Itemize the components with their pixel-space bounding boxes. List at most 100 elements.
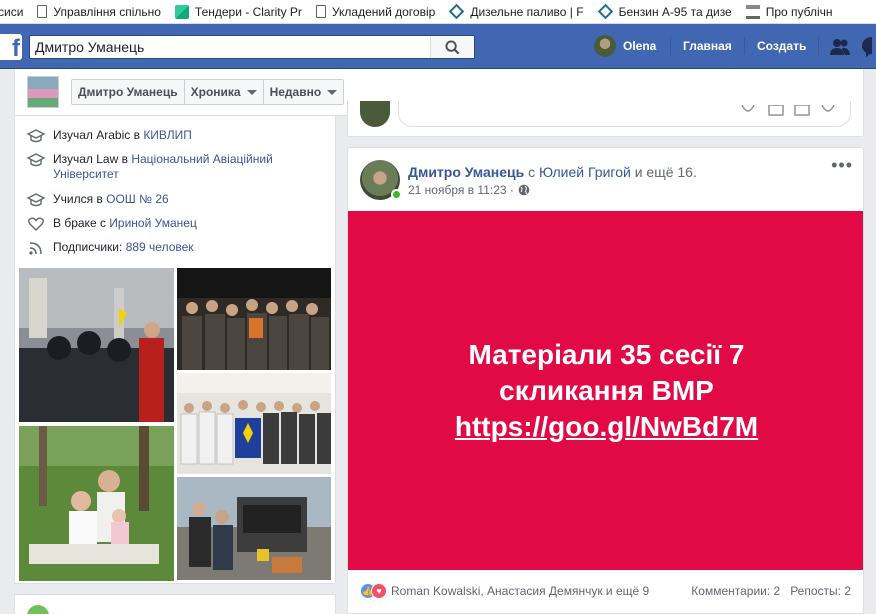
bookmark-label: Про публічн — [765, 4, 833, 19]
globe-icon[interactable] — [518, 184, 530, 196]
photo-thumbnail[interactable] — [19, 426, 174, 581]
divider — [744, 37, 745, 55]
comments-count[interactable]: Комментарии: 2 — [691, 584, 780, 598]
intro-text: Изучал Law в — [53, 152, 132, 166]
with-text: с — [524, 164, 539, 180]
heart-icon — [27, 216, 45, 232]
timeline-post: Дмитро Уманець с Юлией Григой и ещё 16. … — [347, 147, 864, 614]
bookmark-item[interactable]: Про публічн — [745, 4, 833, 19]
divider — [670, 37, 671, 55]
search-input[interactable] — [30, 36, 430, 58]
intro-education-law: Изучал Law в Національний Авіаційний Уні… — [27, 152, 297, 182]
intro-text: В браке с — [53, 216, 110, 230]
intro-text: Учился в — [53, 192, 107, 206]
tab-label: Дмитро Уманець — [78, 85, 178, 99]
bookmark-item[interactable]: Управління спільно — [37, 5, 161, 19]
bookmark-label: сиси — [0, 4, 24, 19]
school-link[interactable]: ООШ № 26 — [106, 192, 169, 206]
bank-icon — [745, 4, 760, 19]
banner-line: Матеріали 35 сесії 7 — [468, 338, 745, 370]
photo-thumbnail[interactable] — [19, 268, 174, 422]
bookmark-label: Укладений договір — [331, 4, 436, 19]
diamond-icon — [449, 3, 465, 20]
graduation-cap-icon — [27, 192, 45, 208]
reactors-text[interactable]: Roman Kowalski, Анастасия Демянчук и ещё… — [391, 584, 649, 598]
bookmark-label: Управління спільно — [53, 4, 161, 19]
photo-thumbnail[interactable] — [177, 268, 331, 370]
facebook-top-bar: f Olena Главная Создать — [0, 24, 876, 69]
photo-icon[interactable] — [768, 105, 784, 117]
profile-thumbnail[interactable] — [27, 76, 59, 108]
graduation-cap-icon — [27, 152, 45, 168]
bookmark-item[interactable]: Дизельне паливо | F — [449, 3, 584, 20]
intro-card: Изучал Arabic в КИВЛИП Изучал Law в Наці… — [14, 116, 336, 584]
online-indicator — [391, 189, 402, 200]
location-icon[interactable] — [820, 105, 836, 117]
caret-down-icon — [246, 89, 257, 95]
intro-followers: Подписчики: 889 человек — [27, 240, 194, 256]
clarity-icon — [174, 4, 189, 19]
love-reaction-icon[interactable]: ♥ — [371, 583, 387, 599]
next-card — [14, 594, 336, 614]
tab-label: Недавно — [269, 85, 322, 99]
facebook-logo-icon[interactable]: f — [0, 34, 22, 60]
card-icon — [27, 605, 49, 614]
smiley-icon[interactable] — [740, 105, 756, 117]
caret-down-icon — [327, 89, 338, 95]
intro-school: Учился в ООШ № 26 — [27, 192, 169, 208]
search-box — [29, 35, 475, 59]
messenger-icon[interactable] — [862, 37, 876, 57]
photo-thumbnail[interactable] — [177, 477, 331, 580]
intro-relationship: В браке с Ириной Уманец — [27, 216, 197, 232]
diamond-icon — [597, 3, 613, 20]
banner-line: скликання ВМР — [499, 374, 714, 406]
timeline-nav: Дмитро Уманець Хроника Недавно — [71, 79, 345, 105]
profile-link[interactable]: Olena — [594, 35, 656, 57]
intro-text: Изучал Arabic в — [53, 128, 144, 142]
others-text[interactable]: и ещё 16. — [631, 164, 697, 180]
document-icon — [37, 5, 48, 18]
post-text-banner: Матеріали 35 сесії 7 скликання ВМР https… — [348, 211, 863, 570]
bookmark-item[interactable]: Бензин А-95 та дизе — [597, 3, 732, 20]
search-button[interactable] — [430, 36, 474, 58]
more-options-icon[interactable]: ••• — [831, 156, 853, 174]
friend-requests-icon[interactable] — [830, 38, 850, 56]
home-link[interactable]: Главная — [683, 39, 732, 53]
bookmark-label: Дизельне паливо | F — [470, 4, 584, 19]
divider — [818, 37, 819, 55]
search-icon — [445, 39, 460, 54]
recent-dropdown[interactable]: Недавно — [264, 80, 344, 104]
intro-education-arabic: Изучал Arabic в КИВЛИП — [27, 128, 192, 144]
author-link[interactable]: Дмитро Уманець — [408, 164, 524, 180]
post-meta: 21 ноября в 11:23 · — [408, 183, 530, 197]
chronicle-dropdown[interactable]: Хроника — [185, 80, 264, 104]
intro-text: Подписчики: — [53, 240, 126, 254]
bookmarks-bar: сиси Управління спільно Тендери - Clarit… — [0, 0, 876, 24]
profile-name: Olena — [623, 39, 657, 53]
create-link[interactable]: Создать — [757, 39, 806, 53]
bookmark-item[interactable]: Укладений договір — [315, 4, 436, 19]
document-icon — [315, 5, 326, 18]
bookmark-label: Тендери - Clarity Pr — [194, 4, 302, 19]
avatar — [594, 35, 616, 57]
profile-name-tab[interactable]: Дмитро Уманець — [72, 80, 185, 104]
graduation-cap-icon — [27, 128, 45, 144]
photo-thumbnail[interactable] — [177, 373, 331, 474]
followers-link[interactable]: 889 человек — [126, 240, 194, 254]
tagged-person-link[interactable]: Юлией Григой — [539, 164, 631, 180]
bookmark-item[interactable]: Тендери - Clarity Pr — [174, 4, 302, 19]
post-reactions-bar: 👍 ♥ Roman Kowalski, Анастасия Демянчук и… — [360, 580, 851, 602]
post-header: Дмитро Уманець с Юлией Григой и ещё 16. — [408, 164, 697, 180]
post-composer — [347, 101, 864, 137]
post-timestamp[interactable]: 21 ноября в 11:23 · — [408, 183, 514, 197]
tag-icon[interactable] — [794, 105, 810, 117]
bookmark-label: Бензин А-95 та дизе — [618, 4, 732, 19]
school-link[interactable]: КИВЛИП — [143, 128, 192, 142]
spouse-link[interactable]: Ириной Уманец — [109, 216, 197, 230]
tab-label: Хроника — [190, 85, 241, 99]
avatar — [360, 101, 390, 127]
shares-count[interactable]: Репосты: 2 — [790, 584, 851, 598]
bookmark-item[interactable]: сиси — [0, 5, 23, 19]
rss-icon — [27, 240, 45, 256]
banner-link[interactable]: https://goo.gl/NwBd7M — [455, 409, 758, 445]
